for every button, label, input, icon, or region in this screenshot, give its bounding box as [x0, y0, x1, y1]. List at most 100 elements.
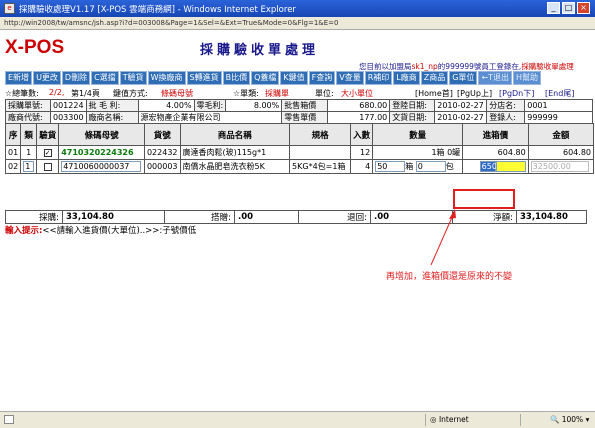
product-button[interactable]: Z商品	[420, 71, 449, 85]
function-toolbar: E新增 U更改 D刪除 C選擋 T驗貨 W換廠商 S轉進貨 B比價 Q蓋檔 K鍵…	[5, 71, 542, 85]
retail-price-label: 零售單價	[281, 111, 329, 124]
cover-file-button[interactable]: Q蓋檔	[251, 71, 280, 85]
zone-label: Internet	[438, 415, 469, 424]
purchase-label: 採購:	[5, 210, 63, 224]
nav-home-link[interactable]: [Home首]	[415, 88, 453, 99]
annotation-arrow-head	[449, 209, 456, 219]
user-label: 登錄人:	[486, 111, 526, 124]
zoom-label: 100%	[561, 415, 584, 424]
row-inner-qty: 4	[350, 159, 374, 174]
type-input[interactable]: 1	[23, 161, 35, 172]
page-title: 採購驗收單處理	[200, 43, 320, 58]
annotation-text: 再增加，進箱價還是原來的不變	[386, 272, 513, 282]
zero-margin-label: 零毛利:	[193, 99, 227, 112]
row-seq: 01	[4, 145, 22, 160]
minimize-button[interactable]: _	[547, 2, 560, 14]
box-qty-input[interactable]: 50	[375, 161, 406, 172]
row-spec	[289, 145, 352, 160]
row-type-cell: 1	[20, 159, 38, 174]
quantity-cell: 50 箱 0包	[372, 159, 464, 174]
pack-unit-label: 包	[445, 162, 454, 171]
maximize-button[interactable]: □	[562, 2, 575, 14]
check-icon: ✓	[43, 148, 52, 157]
unit-button[interactable]: G單位	[449, 71, 478, 85]
col-seq: 序	[4, 123, 22, 146]
key-value-button[interactable]: K鍵值	[280, 71, 308, 85]
col-quantity: 數量	[372, 123, 464, 146]
wholesale-margin-label: 批 毛 利:	[85, 99, 139, 112]
transfer-purchase-button[interactable]: S轉進貨	[186, 71, 222, 85]
key-mode-value: 條碼母號	[161, 89, 193, 98]
row-product-name: 廣達香肉鬆(玻)115g*1	[179, 145, 291, 160]
nav-pgdn-link[interactable]: [PgDn下]	[499, 88, 534, 99]
register-date-value: 2010-02-27	[434, 99, 488, 112]
input-hint: 輸入提示:<<請輸入進貨價(大單位)..>>:子號價低	[5, 224, 196, 236]
col-spec: 規格	[289, 123, 352, 146]
reprint-button[interactable]: R補印	[364, 71, 393, 85]
barcode-cell: 4710060000037	[58, 159, 145, 174]
compare-price-button[interactable]: B比價	[222, 71, 251, 85]
new-button[interactable]: E新增	[5, 71, 33, 85]
barcode-input[interactable]: 4710060000037	[61, 161, 142, 172]
check-qty-button[interactable]: V查量	[336, 71, 364, 85]
status-separator	[520, 414, 521, 426]
retail-price-value: 177.00	[327, 111, 391, 124]
header-fields: 採購單號: 001224 批 毛 利: 4.00% 零毛利: 8.00% 批售箱…	[5, 99, 594, 124]
register-date-label: 登陸日期:	[389, 99, 436, 112]
security-zone: ◎ Internet	[430, 415, 469, 424]
search-button[interactable]: F查詢	[308, 71, 336, 85]
vendor-button[interactable]: L廠商	[393, 71, 420, 85]
row-spec: 5KG*4包=1箱	[289, 159, 352, 174]
inspect-button[interactable]: T驗貨	[119, 71, 147, 85]
net-label: 淨額:	[452, 210, 517, 224]
app-icon: e	[4, 3, 15, 14]
row-barcode: 4710320224326	[58, 145, 145, 160]
box-price-input[interactable]: 650	[479, 161, 497, 172]
col-barcode: 條碼母號	[58, 123, 145, 146]
discount-label: 搭贈:	[164, 210, 235, 224]
col-item-no: 貨號	[143, 123, 181, 146]
box-price-input-fill[interactable]	[495, 161, 526, 172]
discount-value: .00	[234, 210, 299, 224]
delete-button[interactable]: D刪除	[61, 71, 91, 85]
col-product-name: 商品名稱	[179, 123, 291, 146]
notice-prefix: 您目前以加盟局	[359, 62, 412, 71]
change-vendor-button[interactable]: W換廠商	[147, 71, 186, 85]
user-value: 999999	[524, 111, 594, 124]
address-bar[interactable]: http://win2008/tw/amsnc/jsh.asp?i?d=0030…	[0, 17, 595, 30]
row-box-price: 604.80	[462, 145, 529, 160]
highlight-box	[453, 189, 515, 209]
nav-end-link[interactable]: [End尾]	[545, 88, 574, 99]
zero-margin-value: 8.00%	[225, 99, 283, 112]
help-button[interactable]: H幫助	[513, 71, 542, 85]
row-seq: 02	[4, 159, 22, 174]
pack-qty-input[interactable]: 0	[415, 161, 446, 172]
notice-function: 採購驗收單處理	[521, 62, 574, 71]
doc-date-value: 2010-02-27	[434, 111, 488, 124]
zoom-control[interactable]: 🔍 100% ▾	[550, 415, 589, 424]
checkbox-empty-icon	[43, 162, 52, 171]
row-product-name: 南僑水晶肥皂洗衣粉5K	[179, 159, 291, 174]
table-row[interactable]: 01 1 ✓ 4710320224326 022432 廣達香肉鬆(玻)115g…	[4, 145, 595, 160]
status-bar: ◎ Internet 🔍 100% ▾	[0, 411, 595, 428]
close-button[interactable]: ×	[577, 2, 590, 14]
update-button[interactable]: U更改	[33, 71, 61, 85]
page-done-icon	[4, 415, 14, 424]
vendor-code-label: 廠商代號:	[5, 111, 51, 124]
table-row[interactable]: 02 1 4710060000037 000003 南僑水晶肥皂洗衣粉5K 5K…	[4, 159, 595, 174]
purchase-value: 33,104.80	[62, 210, 165, 224]
exit-button[interactable]: ←T退出	[478, 71, 513, 85]
inspect-checkbox[interactable]: ✓	[36, 145, 60, 160]
hint-label: 輸入提示:	[5, 226, 43, 236]
notice-user: sk1_np	[411, 62, 438, 71]
wholesale-margin-value: 4.00%	[137, 99, 195, 112]
box-price-cell: 650	[462, 159, 529, 174]
inspect-checkbox[interactable]	[36, 159, 60, 174]
col-box-price: 進箱價	[462, 123, 529, 146]
grid-header: 序 類 驗貨 條碼母號 貨號 商品名稱 規格 入數 數量 進箱價 金額	[4, 123, 595, 146]
po-number-label: 採購單號:	[5, 99, 51, 112]
row-inner-qty: 12	[350, 145, 374, 160]
key-mode-label: 鍵值方式:	[113, 89, 148, 98]
select-file-button[interactable]: C選擋	[91, 71, 119, 85]
nav-pgup-link[interactable]: [PgUp上]	[457, 88, 492, 99]
